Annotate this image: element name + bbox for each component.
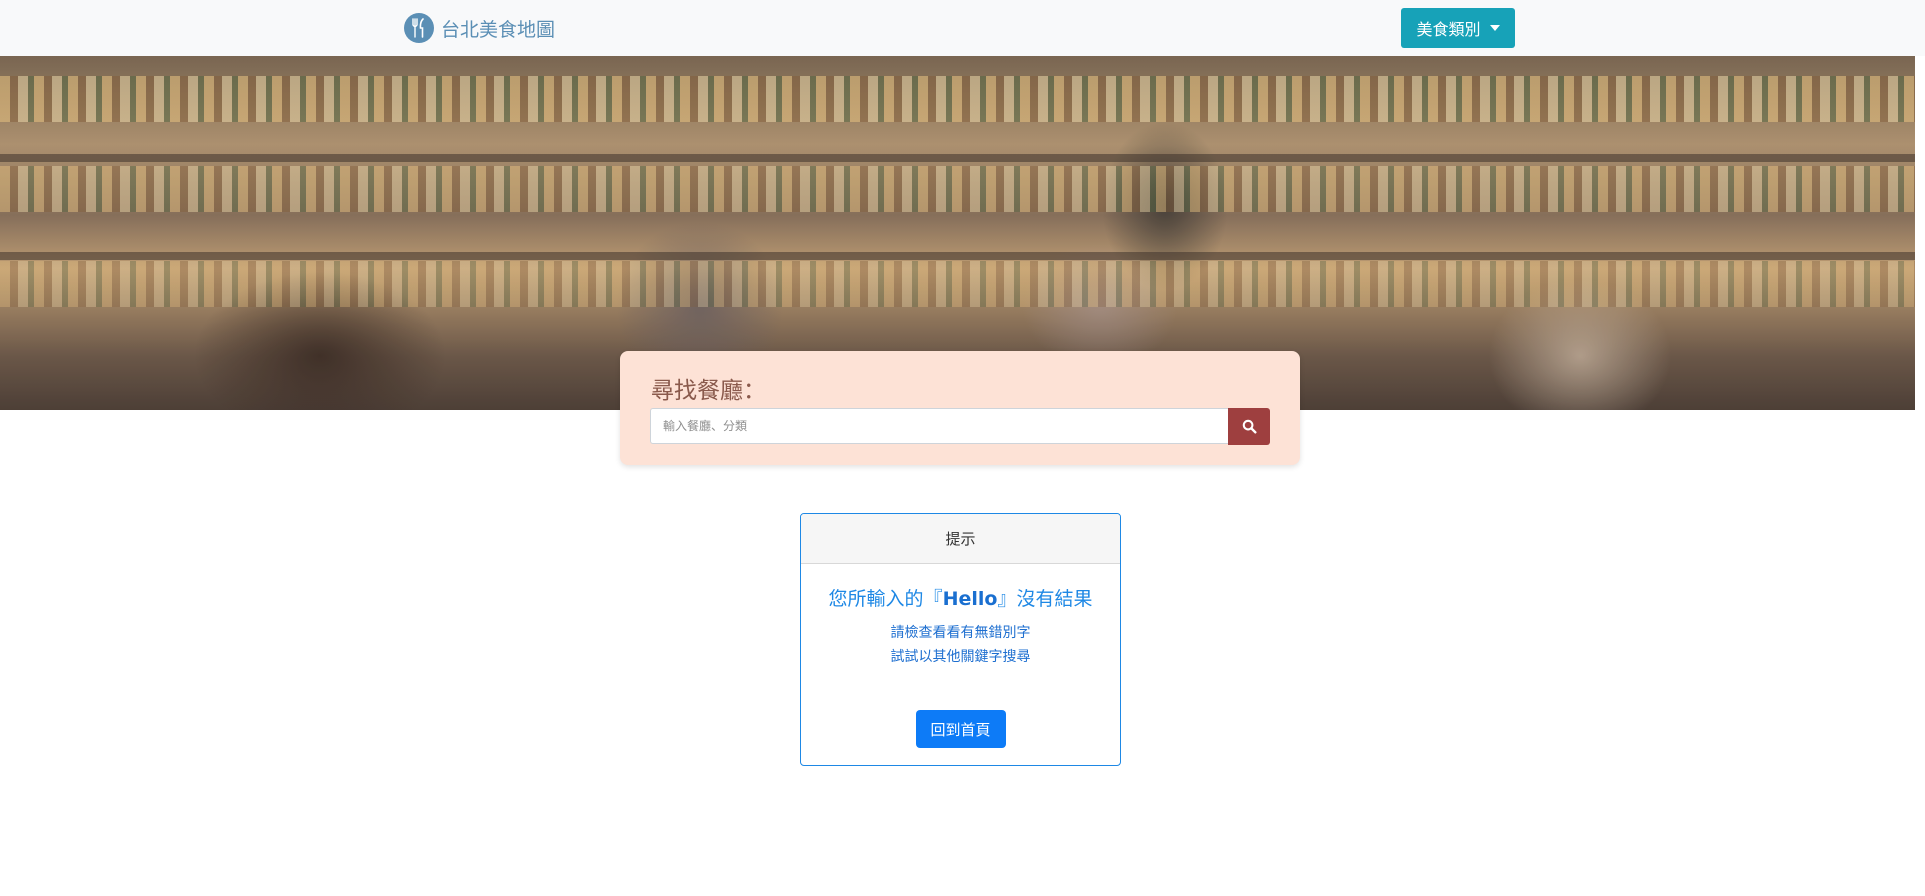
caret-down-icon xyxy=(1489,25,1500,31)
category-dropdown-label: 美食類別 xyxy=(1416,20,1481,39)
card-body: 您所輸入的『Hello』沒有結果 請檢查看看有無錯別字 試試以其他關鍵字搜尋 回… xyxy=(801,584,1120,748)
top-navbar: 台北美食地圖 美食類別 xyxy=(0,0,1925,56)
no-result-prefix: 您所輸入的『 xyxy=(828,588,943,610)
no-result-suffix: 』沒有結果 xyxy=(997,588,1093,610)
card-header: 提示 xyxy=(801,514,1120,564)
back-home-button[interactable]: 回到首頁 xyxy=(915,710,1006,748)
brand-link[interactable]: 台北美食地圖 xyxy=(404,12,555,44)
utensils-icon xyxy=(404,13,434,43)
hint-typo: 請檢查看看有無錯別字 xyxy=(890,625,1031,641)
hint-other-keywords: 試試以其他關鍵字搜尋 xyxy=(890,649,1031,665)
brand-title: 台北美食地圖 xyxy=(441,18,556,41)
no-result-card: 提示 您所輸入的『Hello』沒有結果 請檢查看看有無錯別字 試試以其他關鍵字搜… xyxy=(800,513,1121,766)
search-title: 尋找餐廳： xyxy=(651,378,766,404)
category-dropdown-button[interactable]: 美食類別 xyxy=(1401,8,1515,48)
search-button[interactable] xyxy=(1228,408,1270,445)
search-icon xyxy=(1242,419,1257,434)
search-panel: 尋找餐廳： xyxy=(620,351,1300,465)
page-scrollbar[interactable] xyxy=(1915,0,1925,896)
search-input[interactable] xyxy=(650,408,1228,444)
no-result-message: 您所輸入的『Hello』沒有結果 xyxy=(801,584,1120,611)
search-keyword: Hello xyxy=(942,588,998,610)
